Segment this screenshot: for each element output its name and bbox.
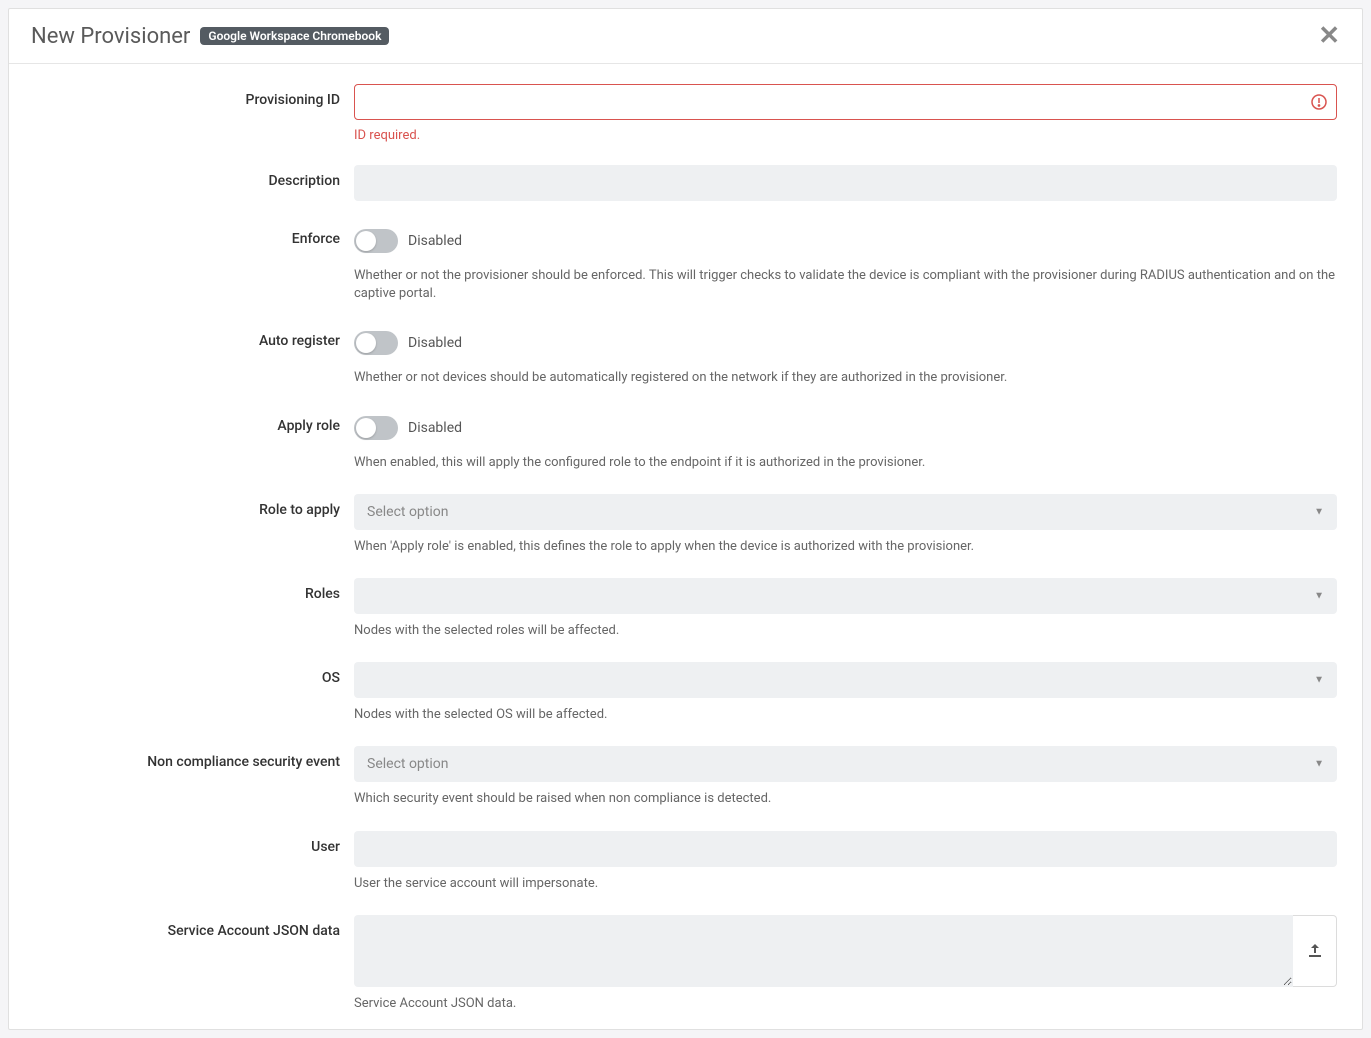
- apply-role-state: Disabled: [408, 420, 462, 436]
- service-account-textarea[interactable]: [354, 915, 1293, 987]
- row-user: User User the service account will imper…: [34, 831, 1337, 893]
- provisioner-type-badge: Google Workspace Chromebook: [200, 27, 389, 45]
- field-roles: ▼ Nodes with the selected roles will be …: [354, 578, 1337, 640]
- row-enforce: Enforce Disabled Whether or not the prov…: [34, 223, 1337, 303]
- row-role-to-apply: Role to apply Select option ▼ When 'Appl…: [34, 494, 1337, 556]
- modal-title: New Provisioner: [31, 24, 190, 49]
- help-roles: Nodes with the selected roles will be af…: [354, 622, 1337, 640]
- provisioner-modal: New Provisioner Google Workspace Chromeb…: [8, 8, 1363, 1030]
- row-non-compliance: Non compliance security event Select opt…: [34, 746, 1337, 808]
- caret-down-icon: ▼: [1314, 675, 1324, 686]
- row-description: Description: [34, 165, 1337, 201]
- role-to-apply-placeholder: Select option: [367, 504, 449, 520]
- help-os: Nodes with the selected OS will be affec…: [354, 706, 1337, 724]
- description-input[interactable]: [354, 165, 1337, 201]
- help-apply-role: When enabled, this will apply the config…: [354, 454, 1337, 472]
- input-wrap-provisioning-id: [354, 84, 1337, 120]
- label-auto-register: Auto register: [34, 325, 354, 349]
- row-auto-register: Auto register Disabled Whether or not de…: [34, 325, 1337, 387]
- modal-title-wrap: New Provisioner Google Workspace Chromeb…: [31, 24, 389, 49]
- field-auto-register: Disabled Whether or not devices should b…: [354, 325, 1337, 387]
- os-select[interactable]: ▼: [354, 662, 1337, 698]
- help-enforce: Whether or not the provisioner should be…: [354, 267, 1337, 303]
- field-role-to-apply: Select option ▼ When 'Apply role' is ena…: [354, 494, 1337, 556]
- field-non-compliance: Select option ▼ Which security event sho…: [354, 746, 1337, 808]
- field-apply-role: Disabled When enabled, this will apply t…: [354, 410, 1337, 472]
- non-compliance-placeholder: Select option: [367, 756, 449, 772]
- caret-down-icon: ▼: [1314, 759, 1324, 770]
- enforce-state: Disabled: [408, 233, 462, 249]
- apply-role-toggle[interactable]: [354, 416, 398, 440]
- label-non-compliance: Non compliance security event: [34, 746, 354, 770]
- upload-button[interactable]: [1293, 915, 1337, 987]
- modal-body: Provisioning ID ID required. Descr: [9, 64, 1362, 1029]
- label-enforce: Enforce: [34, 223, 354, 247]
- label-role-to-apply: Role to apply: [34, 494, 354, 518]
- field-user: User the service account will impersonat…: [354, 831, 1337, 893]
- row-roles: Roles ▼ Nodes with the selected roles wi…: [34, 578, 1337, 640]
- close-icon[interactable]: ✕: [1318, 23, 1340, 49]
- modal-header: New Provisioner Google Workspace Chromeb…: [9, 9, 1362, 64]
- label-description: Description: [34, 165, 354, 189]
- row-provisioning-id: Provisioning ID ID required.: [34, 84, 1337, 143]
- caret-down-icon: ▼: [1314, 506, 1324, 517]
- user-input[interactable]: [354, 831, 1337, 867]
- provisioning-id-input[interactable]: [354, 84, 1337, 120]
- role-to-apply-select[interactable]: Select option ▼: [354, 494, 1337, 530]
- row-apply-role: Apply role Disabled When enabled, this w…: [34, 410, 1337, 472]
- help-role-to-apply: When 'Apply role' is enabled, this defin…: [354, 538, 1337, 556]
- upload-icon: [1307, 943, 1323, 959]
- field-os: ▼ Nodes with the selected OS will be aff…: [354, 662, 1337, 724]
- help-non-compliance: Which security event should be raised wh…: [354, 790, 1337, 808]
- enforce-toggle[interactable]: [354, 229, 398, 253]
- auto-register-toggle[interactable]: [354, 331, 398, 355]
- field-service-account: Service Account JSON data.: [354, 915, 1337, 1013]
- label-roles: Roles: [34, 578, 354, 602]
- auto-register-state: Disabled: [408, 335, 462, 351]
- error-text-provisioning-id: ID required.: [354, 128, 1337, 143]
- error-icon: [1311, 94, 1327, 110]
- field-provisioning-id: ID required.: [354, 84, 1337, 143]
- field-enforce: Disabled Whether or not the provisioner …: [354, 223, 1337, 303]
- label-os: OS: [34, 662, 354, 686]
- label-apply-role: Apply role: [34, 410, 354, 434]
- row-service-account: Service Account JSON data Service Accoun…: [34, 915, 1337, 1013]
- label-user: User: [34, 831, 354, 855]
- roles-select[interactable]: ▼: [354, 578, 1337, 614]
- field-description: [354, 165, 1337, 201]
- help-service-account: Service Account JSON data.: [354, 995, 1337, 1013]
- non-compliance-select[interactable]: Select option ▼: [354, 746, 1337, 782]
- help-user: User the service account will impersonat…: [354, 875, 1337, 893]
- label-service-account: Service Account JSON data: [34, 915, 354, 939]
- caret-down-icon: ▼: [1314, 590, 1324, 601]
- label-provisioning-id: Provisioning ID: [34, 84, 354, 108]
- help-auto-register: Whether or not devices should be automat…: [354, 369, 1337, 387]
- row-os: OS ▼ Nodes with the selected OS will be …: [34, 662, 1337, 724]
